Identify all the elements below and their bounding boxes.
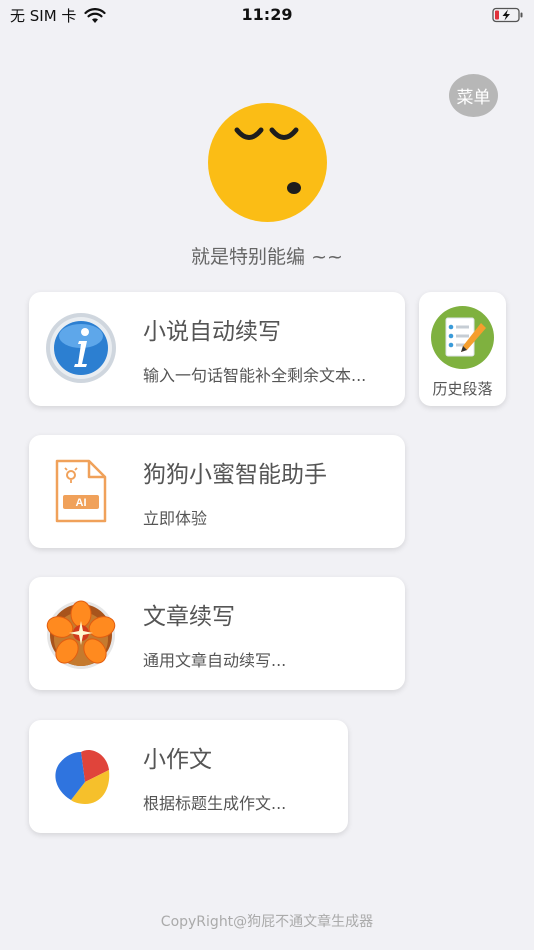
card-title: 小说自动续写 <box>143 319 281 345</box>
history-label: 历史段落 <box>432 380 493 398</box>
svg-text:AI: AI <box>76 497 87 509</box>
tagline: 就是特别能编 ~~ <box>191 246 343 268</box>
status-time: 11:29 <box>241 5 293 24</box>
battery-charging-icon <box>492 7 523 23</box>
pie-chart-icon <box>55 750 110 804</box>
ai-file-icon: AI <box>55 459 107 523</box>
menu-button[interactable]: 菜单 <box>449 74 498 117</box>
card-subtitle: 输入一句话智能补全剩余文本... <box>143 366 367 385</box>
ai-assistant-card[interactable]: AI 狗狗小蜜智能助手 立即体验 <box>29 435 405 548</box>
card-title: 狗狗小蜜智能助手 <box>143 462 327 488</box>
card-title: 文章续写 <box>143 604 235 630</box>
novel-continuation-card[interactable]: 小说自动续写 输入一句话智能补全剩余文本... <box>29 292 405 406</box>
short-essay-card[interactable]: 小作文 根据标题生成作文... <box>29 720 348 833</box>
article-continuation-card[interactable]: 文章续写 通用文章自动续写... <box>29 577 405 690</box>
card-subtitle: 立即体验 <box>143 509 208 528</box>
sleepy-face-emoji-icon <box>208 103 327 222</box>
info-icon <box>46 313 116 383</box>
status-bar: 无 SIM 卡 11:29 <box>0 0 534 30</box>
flower-icon <box>46 600 116 669</box>
notepad-pen-icon <box>431 306 494 369</box>
card-title: 小作文 <box>143 747 212 773</box>
card-subtitle: 通用文章自动续写... <box>143 651 287 670</box>
card-subtitle: 根据标题生成作文... <box>143 794 287 813</box>
history-paragraphs-button[interactable]: 历史段落 <box>419 292 506 406</box>
app-screen: 无 SIM 卡 11:29 菜单 就是特别能编 ~~ 小说自动续写 输入一句话智… <box>0 0 534 950</box>
copyright-footer: CopyRight@狗屁不通文章生成器 <box>160 914 374 930</box>
